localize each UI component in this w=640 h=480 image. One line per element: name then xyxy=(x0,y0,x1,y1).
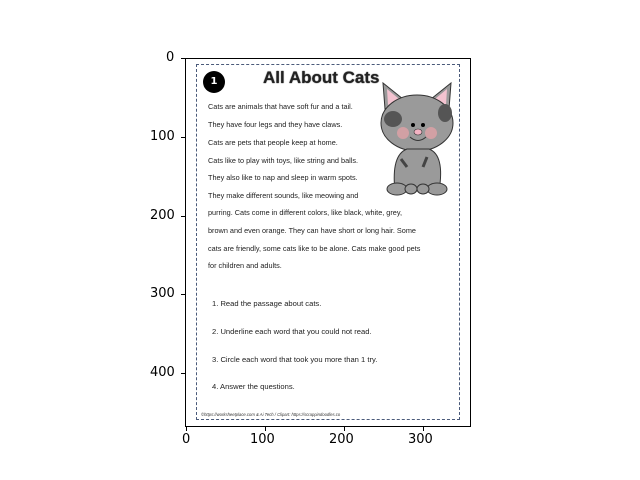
x-tick-label: 200 xyxy=(329,432,354,447)
passage-line: Cats are pets that people keep at home. xyxy=(208,138,338,147)
x-tick-mark xyxy=(186,427,187,431)
passage-line: purring. Cats come in different colors, … xyxy=(208,208,402,217)
x-tick-mark xyxy=(265,427,266,431)
passage-line: Cats are animals that have soft fur and … xyxy=(208,102,353,111)
y-tick-mark xyxy=(181,58,185,59)
passage-line: cats are friendly, some cats like to be … xyxy=(208,244,421,253)
instruction-step: 2. Underline each word that you could no… xyxy=(212,327,372,336)
y-tick-mark xyxy=(181,373,185,374)
passage-line: They have four legs and they have claws. xyxy=(208,120,343,129)
passage-line: They make different sounds, like meowing… xyxy=(208,191,359,200)
x-tick-label: 0 xyxy=(182,432,191,447)
y-tick-mark xyxy=(181,216,185,217)
y-tick-label: 200 xyxy=(150,208,175,223)
x-tick-mark xyxy=(344,427,345,431)
y-tick-mark xyxy=(181,294,185,295)
image-axes: 1 All About Cats Cats are animals that h… xyxy=(185,58,471,427)
instruction-step: 3. Circle each word that took you more t… xyxy=(212,355,378,364)
worksheet: 1 All About Cats Cats are animals that h… xyxy=(196,64,460,420)
x-tick-mark xyxy=(423,427,424,431)
instruction-step: 4. Answer the questions. xyxy=(212,382,295,391)
y-tick-label: 300 xyxy=(150,286,175,301)
passage-line: for children and adults. xyxy=(208,261,282,270)
y-tick-mark xyxy=(181,137,185,138)
passage-line: They also like to nap and sleep in warm … xyxy=(208,173,358,182)
x-tick-label: 300 xyxy=(408,432,433,447)
x-tick-label: 100 xyxy=(250,432,275,447)
y-tick-label: 400 xyxy=(150,365,175,380)
y-tick-label: 0 xyxy=(166,50,175,65)
instruction-step: 1. Read the passage about cats. xyxy=(212,299,322,308)
cat-illustration-icon xyxy=(380,81,454,196)
worksheet-title: All About Cats xyxy=(263,68,380,87)
passage-line: Cats like to play with toys, like string… xyxy=(208,156,359,165)
y-tick-label: 100 xyxy=(150,129,175,144)
passage-line: brown and even orange. They can have sho… xyxy=(208,226,416,235)
credit-footer: ©https://worksheetplace.com & Ai Tech / … xyxy=(201,412,341,417)
number-badge: 1 xyxy=(203,71,225,93)
